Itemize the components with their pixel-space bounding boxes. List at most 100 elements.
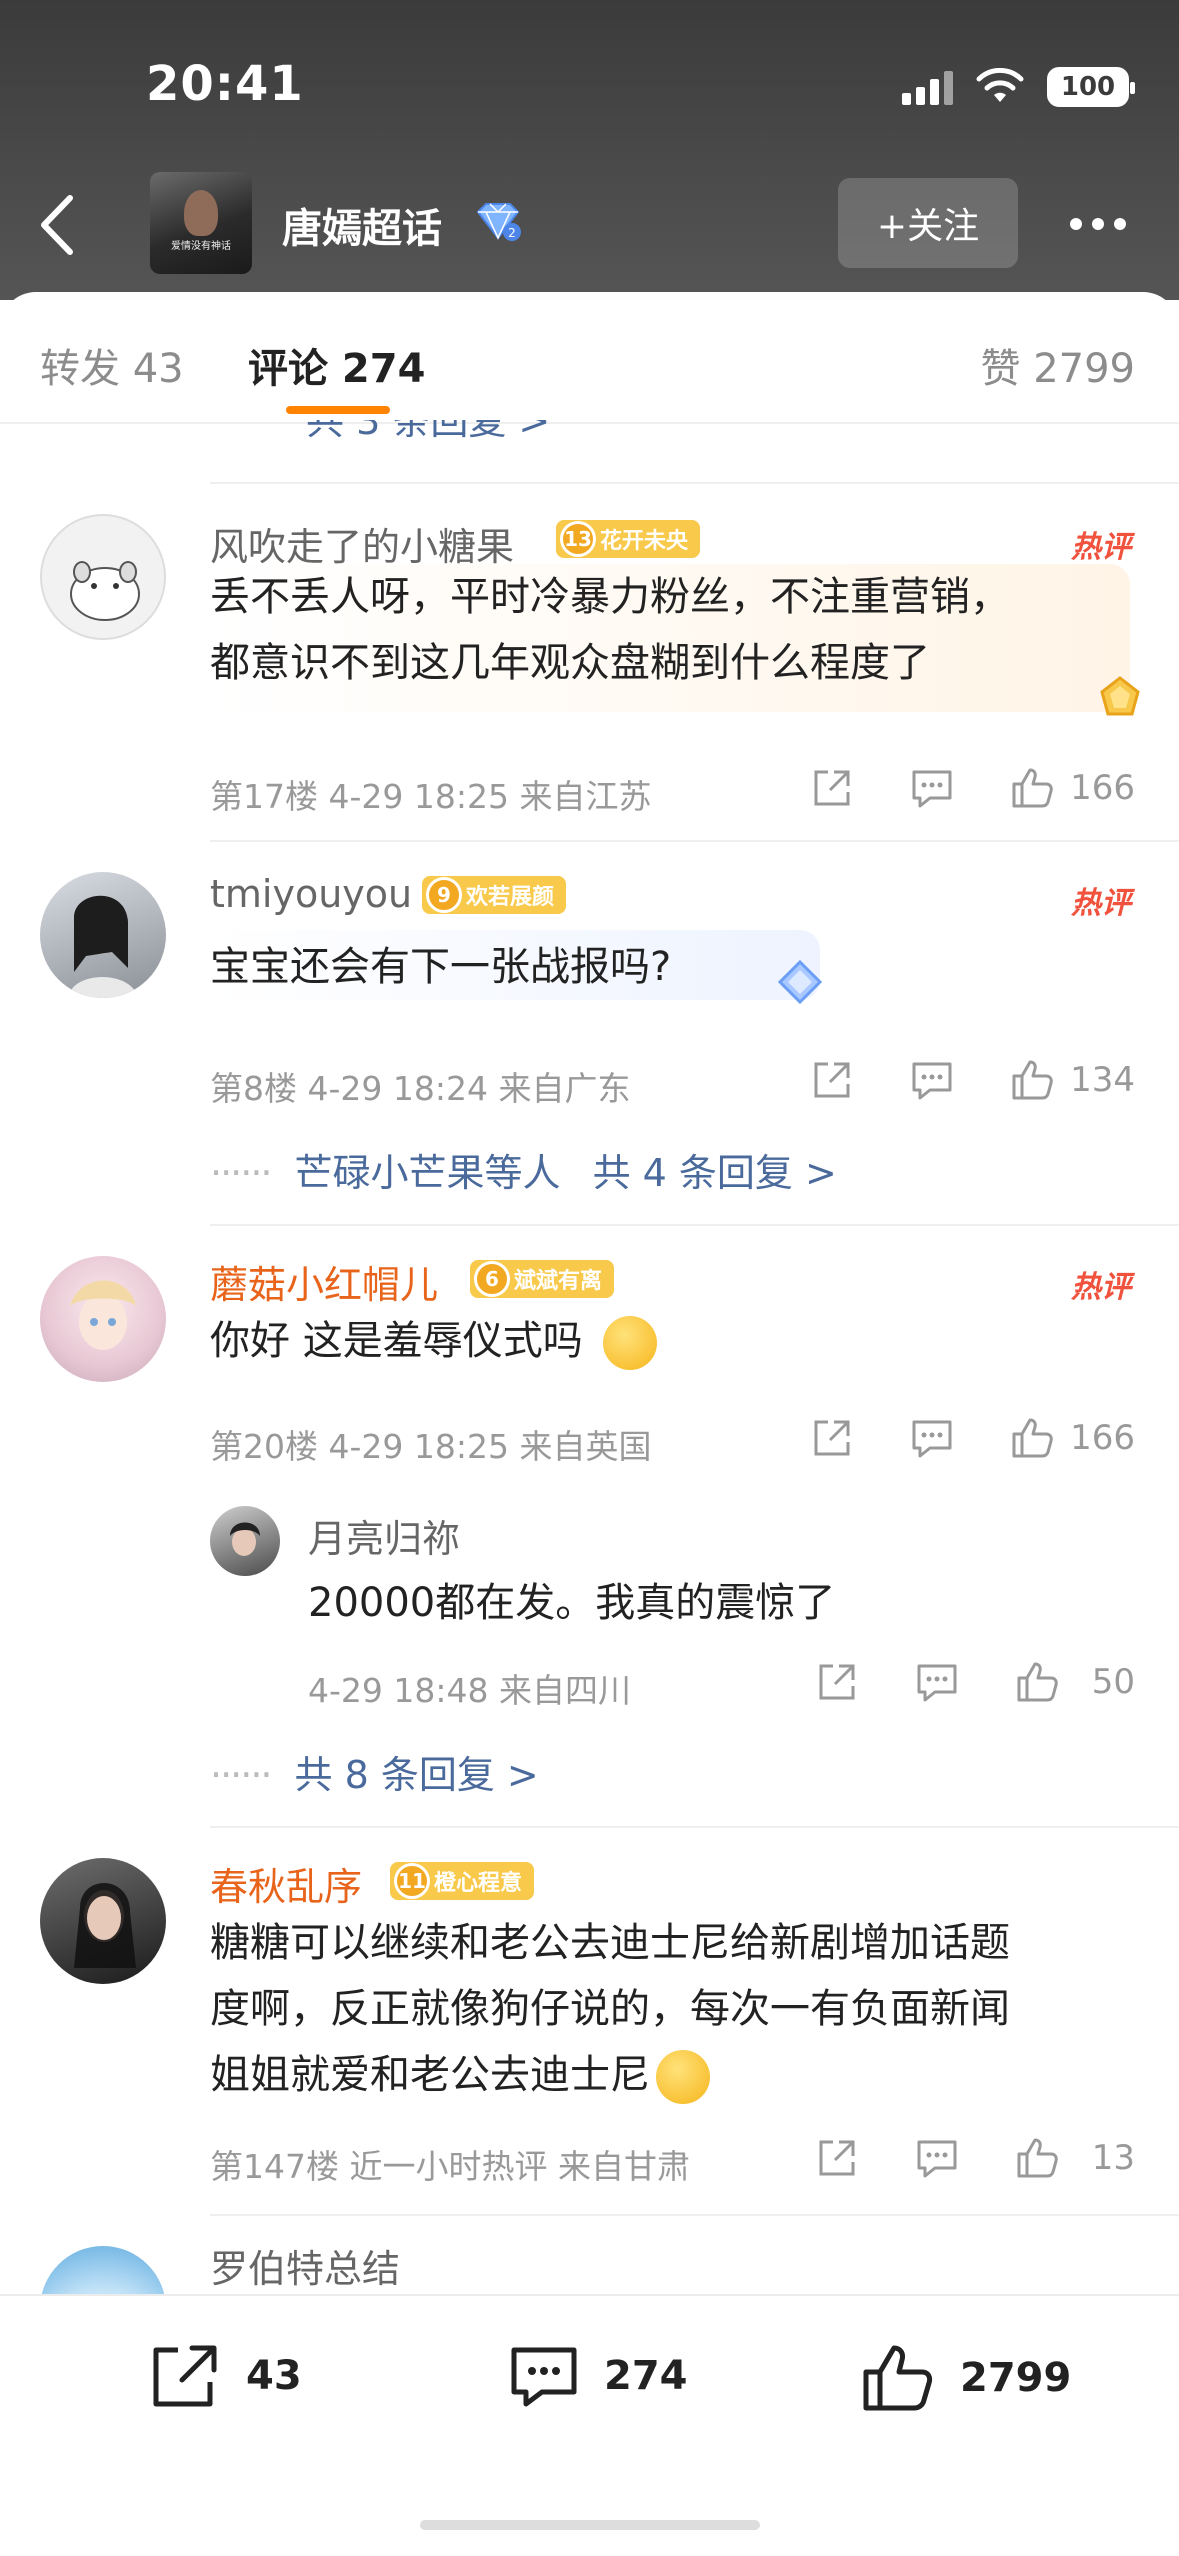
- hot-comment-label: 热评: [1071, 1270, 1131, 1305]
- battery-icon: 100: [1047, 67, 1135, 107]
- comment-username[interactable]: 风吹走了的小糖果: [210, 516, 514, 571]
- tab-comments[interactable]: 评论 274: [248, 336, 425, 394]
- comment-actions: 166: [808, 764, 1135, 812]
- signal-icon: [902, 69, 953, 105]
- thumbs-up-icon: [863, 2345, 933, 2411]
- user-photo-icon: [74, 1882, 136, 1968]
- super-topic-diamond-icon: 2: [476, 203, 521, 241]
- comment-actions: 166: [808, 1414, 1135, 1462]
- thumbs-up-icon: [1017, 1662, 1058, 1702]
- comment-username[interactable]: 春秋乱序: [210, 1856, 362, 1911]
- avatar[interactable]: [40, 1858, 166, 1984]
- more-options-icon[interactable]: [1070, 218, 1126, 230]
- comment-count: 274: [604, 2353, 688, 2399]
- topic-header: 20:41 100 爱情没有神话 唐嫣超话 2 +关注: [0, 0, 1179, 300]
- back-arrow-icon[interactable]: [32, 190, 82, 260]
- user-photo-icon: [68, 895, 138, 998]
- like-count: 166: [1070, 1418, 1135, 1458]
- avatar[interactable]: [40, 2246, 166, 2294]
- comment-username[interactable]: 罗伯特总结: [210, 2238, 400, 2293]
- like-count: 134: [1070, 1060, 1135, 1100]
- reply-names: 芒碌小芒果等人: [294, 1151, 561, 1195]
- comment-meta: 第17楼 4-29 18:25 来自江苏: [210, 777, 652, 816]
- fan-badge-label: 斌斌有离: [514, 1269, 603, 1294]
- comment-text-line: 度啊，反正就像狗仔说的，每次一有负面新闻: [210, 1986, 1010, 2032]
- battery-level: 100: [1060, 72, 1116, 102]
- fan-level-badge[interactable]: 6 斌斌有离: [470, 1260, 615, 1298]
- share-icon[interactable]: [808, 1056, 856, 1104]
- blue-diamond-icon: [777, 959, 823, 1005]
- fan-level-badge[interactable]: 11 橙心程意: [390, 1862, 535, 1900]
- fan-level-badge[interactable]: 13 花开未央: [556, 520, 701, 558]
- reply-user-photo-icon: [230, 1522, 260, 1556]
- share-icon[interactable]: [808, 764, 856, 812]
- reply-icon[interactable]: [908, 1056, 956, 1104]
- thumbs-up-icon: [1012, 1060, 1053, 1100]
- reply-icon[interactable]: [908, 1414, 956, 1462]
- comment-meta: 第147楼 近一小时热评 来自甘肃: [210, 2147, 690, 2186]
- like-button[interactable]: 50: [1013, 1658, 1135, 1706]
- reply-meta: 4-29 18:48 来自四川: [308, 1671, 631, 1710]
- reply-icon[interactable]: [913, 2134, 961, 2182]
- avatar[interactable]: [40, 1256, 166, 1382]
- comment-actions: 134: [808, 1056, 1135, 1104]
- repost-icon: [153, 2345, 217, 2407]
- topic-cover-image[interactable]: 爱情没有神话: [150, 172, 252, 274]
- follow-button[interactable]: +关注: [838, 178, 1018, 268]
- fan-level: 9: [426, 877, 462, 913]
- fan-level-badge[interactable]: 9 欢若展颜: [422, 876, 567, 914]
- share-icon[interactable]: [808, 1414, 856, 1462]
- cut-off-reply-text: 共 3 条回复 >: [306, 420, 551, 443]
- dots-icon: ······: [210, 1753, 273, 1797]
- status-time: 20:41: [146, 56, 304, 112]
- comment-username[interactable]: tmiyouyou: [210, 872, 412, 916]
- dots-icon: ······: [210, 1151, 273, 1195]
- thumbs-up-icon: [1012, 1418, 1053, 1458]
- fan-badge-label: 花开未央: [600, 529, 689, 554]
- comment-text: 宝宝还会有下一张战报吗?: [210, 934, 671, 1000]
- reply-avatar[interactable]: [210, 1506, 280, 1576]
- hot-comment-label: 热评: [1071, 886, 1131, 921]
- reply-total: 共 8 条回复 >: [294, 1753, 539, 1797]
- tab-likes[interactable]: 赞 2799: [980, 336, 1135, 394]
- comment-item: 蘑菇小红帽儿 6 斌斌有离 热评 你好 这是羞辱仪式吗 第20楼 4-29 18…: [0, 1226, 1179, 1826]
- comment-text: 糖糖可以继续和老公去迪士尼给新剧增加话题 度啊，反正就像狗仔说的，每次一有负面新…: [210, 1910, 1010, 2108]
- comment-item: 罗伯特总结: [0, 2216, 1179, 2294]
- active-tab-indicator: [286, 406, 390, 414]
- reply-icon[interactable]: [913, 1658, 961, 1706]
- like-button[interactable]: 13: [1013, 2134, 1135, 2182]
- tab-repost[interactable]: 转发 43: [40, 336, 184, 394]
- comment-item: 风吹走了的小糖果 13 花开未央 热评 丢不丢人呀，平时冷暴力粉丝，不注重营销，…: [0, 484, 1179, 840]
- like-button[interactable]: 166: [1008, 1414, 1135, 1462]
- cover-figure: [184, 190, 218, 236]
- thumbs-up-icon: [1012, 768, 1053, 808]
- cut-off-reply-link[interactable]: 共 3 条回复 >: [0, 420, 1179, 444]
- share-icon[interactable]: [813, 2134, 861, 2182]
- comment-text-line: 你好 这是羞辱仪式吗: [210, 1318, 583, 1364]
- view-replies-link[interactable]: ······ 芒碌小芒果等人 共 4 条回复 >: [210, 1142, 837, 1197]
- topic-title[interactable]: 唐嫣超话: [282, 196, 442, 254]
- comment-meta: 第20楼 4-29 18:25 来自英国: [210, 1427, 652, 1466]
- avatar[interactable]: [40, 514, 166, 640]
- comment-text-line: 丢不丢人呀，平时冷暴力粉丝，不注重营销，: [210, 574, 1010, 620]
- comment-username[interactable]: 蘑菇小红帽儿: [210, 1254, 438, 1309]
- avatar[interactable]: [40, 872, 166, 998]
- repost-button[interactable]: 43: [148, 2340, 302, 2412]
- comment-actions: 13: [813, 2134, 1135, 2182]
- reply-icon[interactable]: [908, 764, 956, 812]
- comment-text-line: 都意识不到这几年观众盘糊到什么程度了: [210, 640, 930, 686]
- comment-text-line: 姐姐就爱和老公去迪士尼: [210, 2052, 650, 2098]
- like-button[interactable]: 166: [1008, 764, 1135, 812]
- share-icon[interactable]: [813, 1658, 861, 1706]
- cover-text: 爱情没有神话: [171, 241, 231, 252]
- fan-level: 6: [474, 1261, 510, 1297]
- comment-button[interactable]: 274: [506, 2340, 688, 2412]
- comment-item: 春秋乱序 11 橙心程意 糖糖可以继续和老公去迪士尼给新剧增加话题 度啊，反正就…: [0, 1828, 1179, 2214]
- like-post-button[interactable]: 2799: [858, 2340, 1071, 2416]
- like-button[interactable]: 134: [1008, 1056, 1135, 1104]
- view-replies-link[interactable]: ······ 共 8 条回复 >: [210, 1744, 539, 1799]
- repost-count: 43: [246, 2353, 302, 2399]
- fan-badge-label: 橙心程意: [434, 1871, 523, 1896]
- reply-username[interactable]: 月亮归祢: [308, 1508, 460, 1563]
- thumbs-up-icon: [1017, 2138, 1058, 2178]
